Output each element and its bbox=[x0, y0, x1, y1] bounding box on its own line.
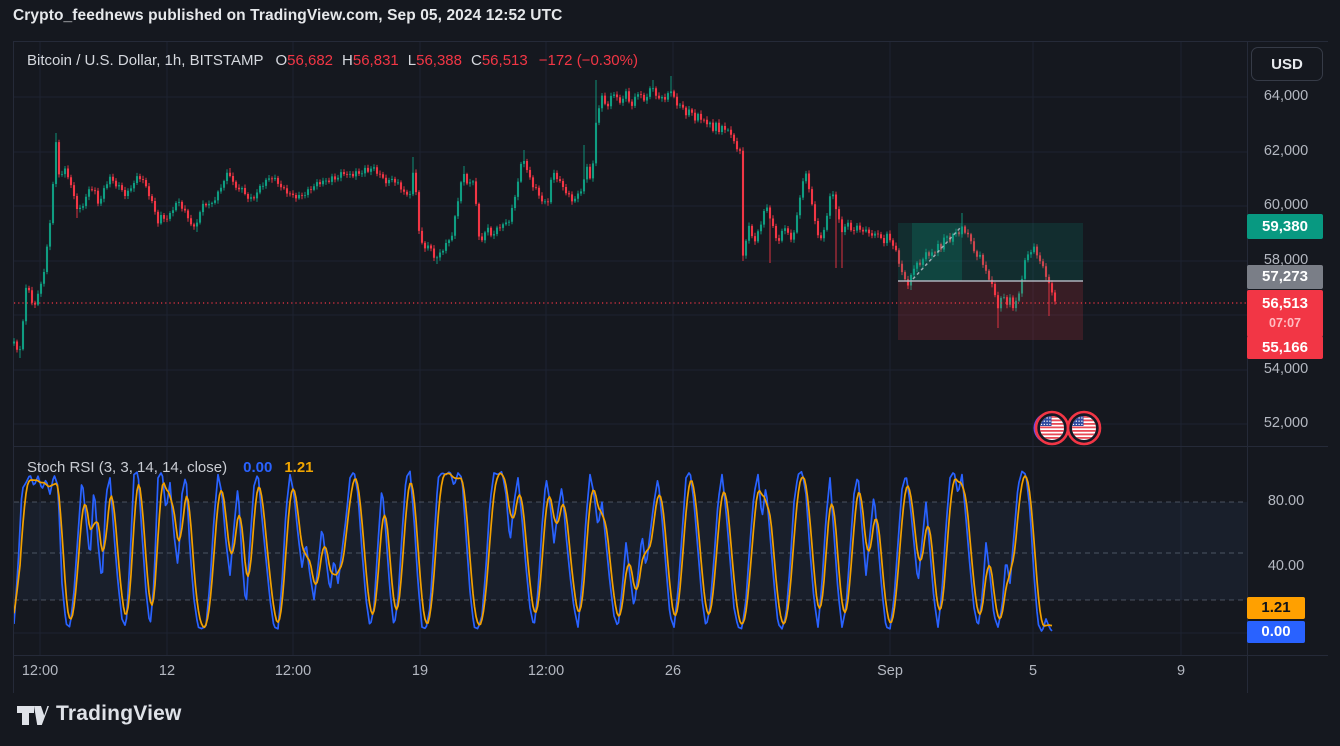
high-label: H bbox=[342, 52, 353, 69]
currency-toggle-button[interactable]: USD bbox=[1251, 47, 1323, 81]
take-profit-price-label: 59,380 bbox=[1247, 214, 1323, 239]
us-flag-event-icon[interactable] bbox=[1034, 412, 1069, 444]
low-label: L bbox=[408, 52, 416, 69]
change-value: −172 (−0.30%) bbox=[539, 52, 638, 69]
symbol-legend: Bitcoin / U.S. Dollar, 1h, BITSTAMP O56,6… bbox=[27, 52, 638, 69]
entry-price-label: 57,273 bbox=[1247, 265, 1323, 289]
tradingview-snapshot: Crypto_feednews published on TradingView… bbox=[0, 0, 1340, 746]
time-tick: 5 bbox=[1029, 663, 1037, 679]
rsi-d-axis-label: 1.21 bbox=[1247, 597, 1305, 619]
stop-loss-price-label: 55,166 bbox=[1247, 336, 1323, 359]
price-tick: 62,000 bbox=[1248, 143, 1324, 159]
bar-countdown: 07:07 bbox=[1247, 315, 1323, 332]
time-tick: 12:00 bbox=[528, 663, 564, 679]
us-flag-event-icon[interactable] bbox=[1068, 412, 1100, 444]
time-tick: 26 bbox=[665, 663, 681, 679]
rsi-k-value: 0.00 bbox=[243, 459, 272, 476]
rsi-legend: Stoch RSI (3, 3, 14, 14, close) 0.00 1.21 bbox=[27, 459, 314, 476]
chart-canvas[interactable] bbox=[0, 0, 1340, 746]
close-label: C bbox=[471, 52, 482, 69]
time-tick: 12 bbox=[159, 663, 175, 679]
last-price-value: 56,513 bbox=[1247, 292, 1323, 315]
rsi-tick: 80.00 bbox=[1248, 493, 1324, 509]
symbol-title: Bitcoin / U.S. Dollar, 1h, BITSTAMP bbox=[27, 52, 263, 69]
rsi-d-value: 1.21 bbox=[284, 459, 313, 476]
time-tick: 12:00 bbox=[275, 663, 311, 679]
tradingview-logo-icon[interactable] bbox=[16, 703, 50, 736]
brand-name[interactable]: TradingView bbox=[56, 702, 182, 726]
open-value: 56,682 bbox=[287, 52, 333, 69]
low-value: 56,388 bbox=[416, 52, 462, 69]
time-tick: 9 bbox=[1177, 663, 1185, 679]
time-tick: Sep bbox=[877, 663, 903, 679]
price-tick: 64,000 bbox=[1248, 88, 1324, 104]
price-tick: 52,000 bbox=[1248, 415, 1324, 431]
price-tick: 60,000 bbox=[1248, 197, 1324, 213]
time-tick: 12:00 bbox=[22, 663, 58, 679]
footer: TradingView bbox=[0, 693, 1340, 746]
last-price-label: 56,513 07:07 bbox=[1247, 290, 1323, 337]
rsi-k-axis-label: 0.00 bbox=[1247, 621, 1305, 643]
price-tick: 54,000 bbox=[1248, 361, 1324, 377]
close-value: 56,513 bbox=[482, 52, 528, 69]
rsi-tick: 40.00 bbox=[1248, 558, 1324, 574]
high-value: 56,831 bbox=[353, 52, 399, 69]
open-label: O bbox=[275, 52, 287, 69]
time-tick: 19 bbox=[412, 663, 428, 679]
rsi-title: Stoch RSI (3, 3, 14, 14, close) bbox=[27, 459, 227, 476]
price-tick: 58,000 bbox=[1248, 252, 1324, 268]
long-position-tool[interactable] bbox=[898, 223, 1083, 340]
